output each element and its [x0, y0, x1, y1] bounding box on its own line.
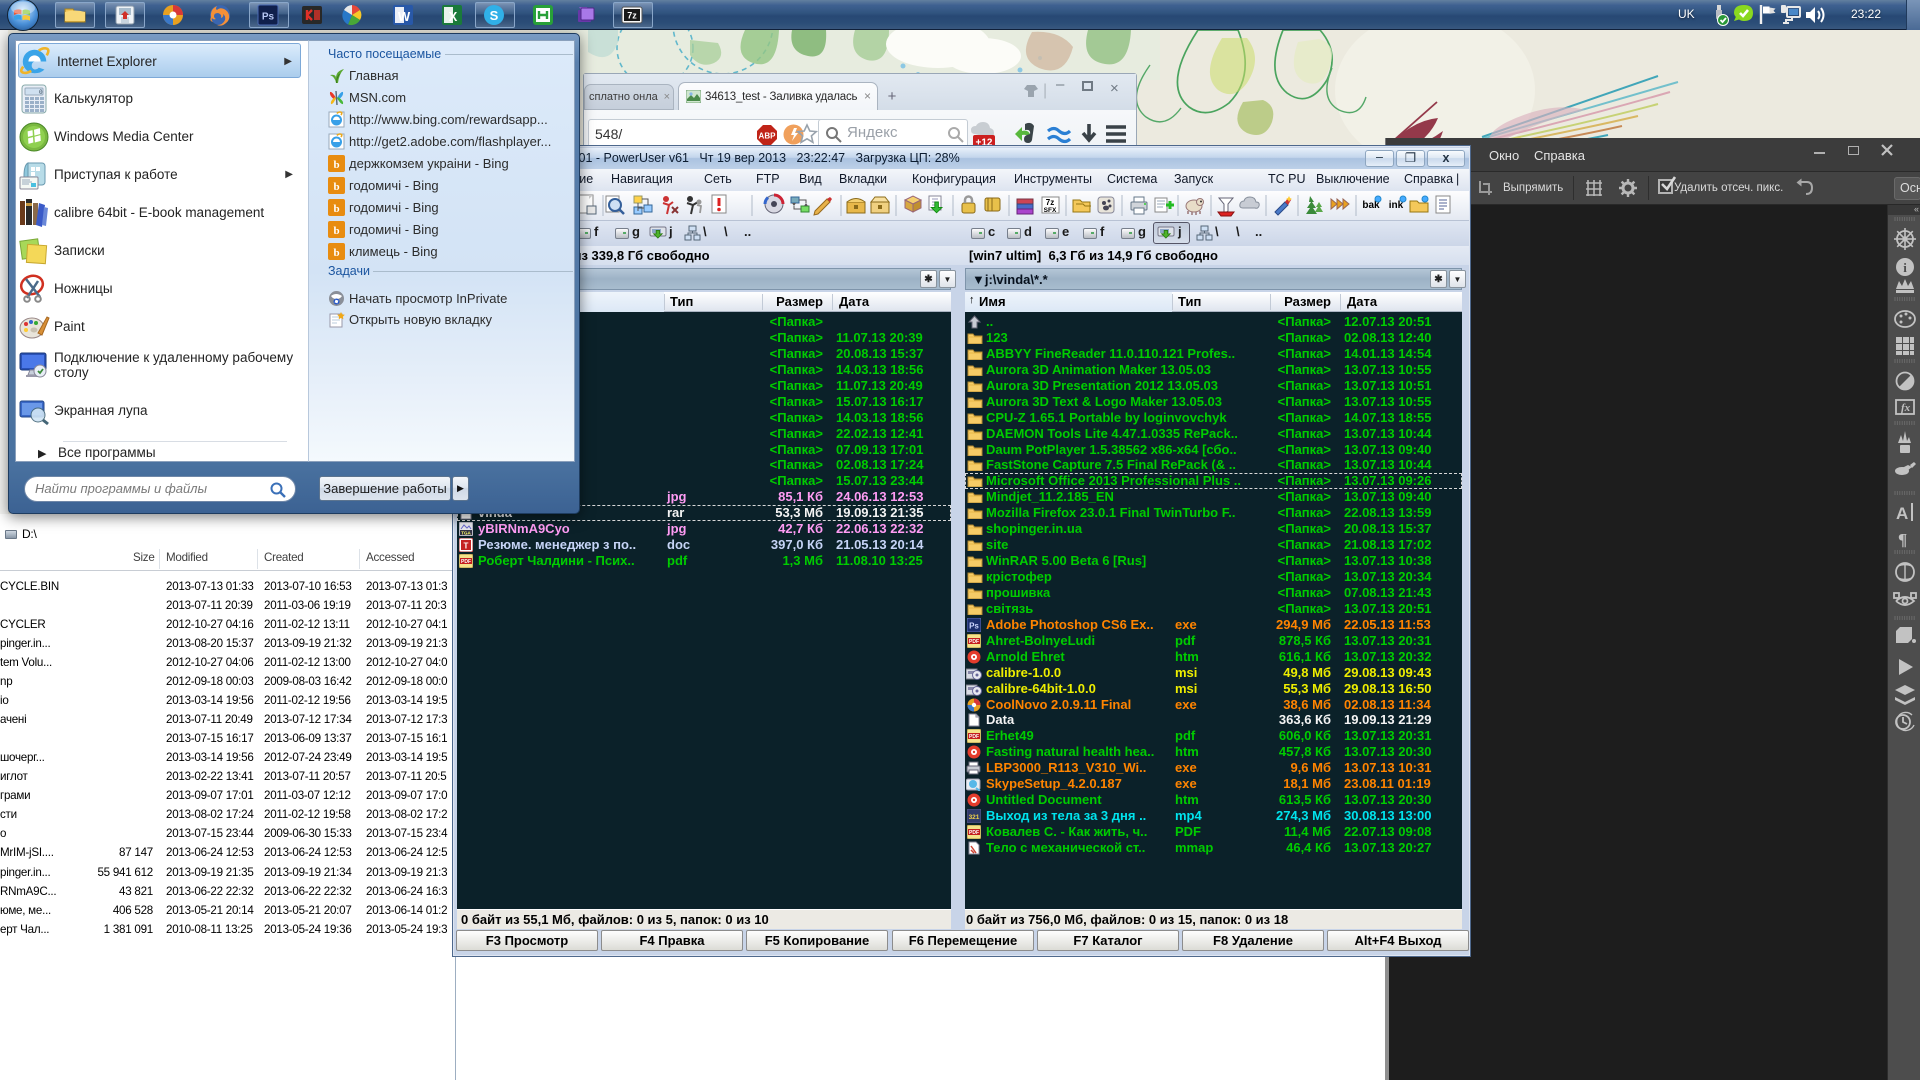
- svg-text:X: X: [449, 9, 458, 24]
- svg-text:ABP: ABP: [759, 132, 777, 141]
- svg-text:Ps: Ps: [969, 621, 979, 630]
- svg-text:S: S: [490, 8, 499, 23]
- svg-text:TGA: TGA: [461, 531, 471, 536]
- svg-text:fx: fx: [1901, 402, 1911, 414]
- svg-text:PDF: PDF: [461, 559, 471, 565]
- svg-text:T: T: [464, 542, 469, 551]
- svg-text:SFX: SFX: [1044, 207, 1057, 214]
- svg-text:b: b: [333, 159, 339, 171]
- svg-text:b: b: [333, 203, 339, 215]
- svg-text:7z: 7z: [627, 11, 637, 21]
- svg-text:Ps: Ps: [262, 12, 275, 23]
- svg-text:A: A: [1896, 504, 1908, 523]
- svg-text:321: 321: [969, 814, 980, 821]
- svg-text:i: i: [1903, 260, 1907, 275]
- svg-text:7z: 7z: [1046, 198, 1054, 207]
- svg-text:PDF: PDF: [969, 639, 979, 645]
- svg-text:¶: ¶: [1898, 530, 1907, 549]
- svg-text:PDF: PDF: [969, 734, 979, 740]
- svg-text:b: b: [333, 225, 339, 237]
- svg-text:0: 0: [39, 89, 43, 96]
- svg-text:b: b: [333, 181, 339, 193]
- svg-text:b: b: [333, 247, 339, 259]
- svg-text:W: W: [398, 9, 411, 24]
- svg-text:PDF: PDF: [969, 830, 979, 836]
